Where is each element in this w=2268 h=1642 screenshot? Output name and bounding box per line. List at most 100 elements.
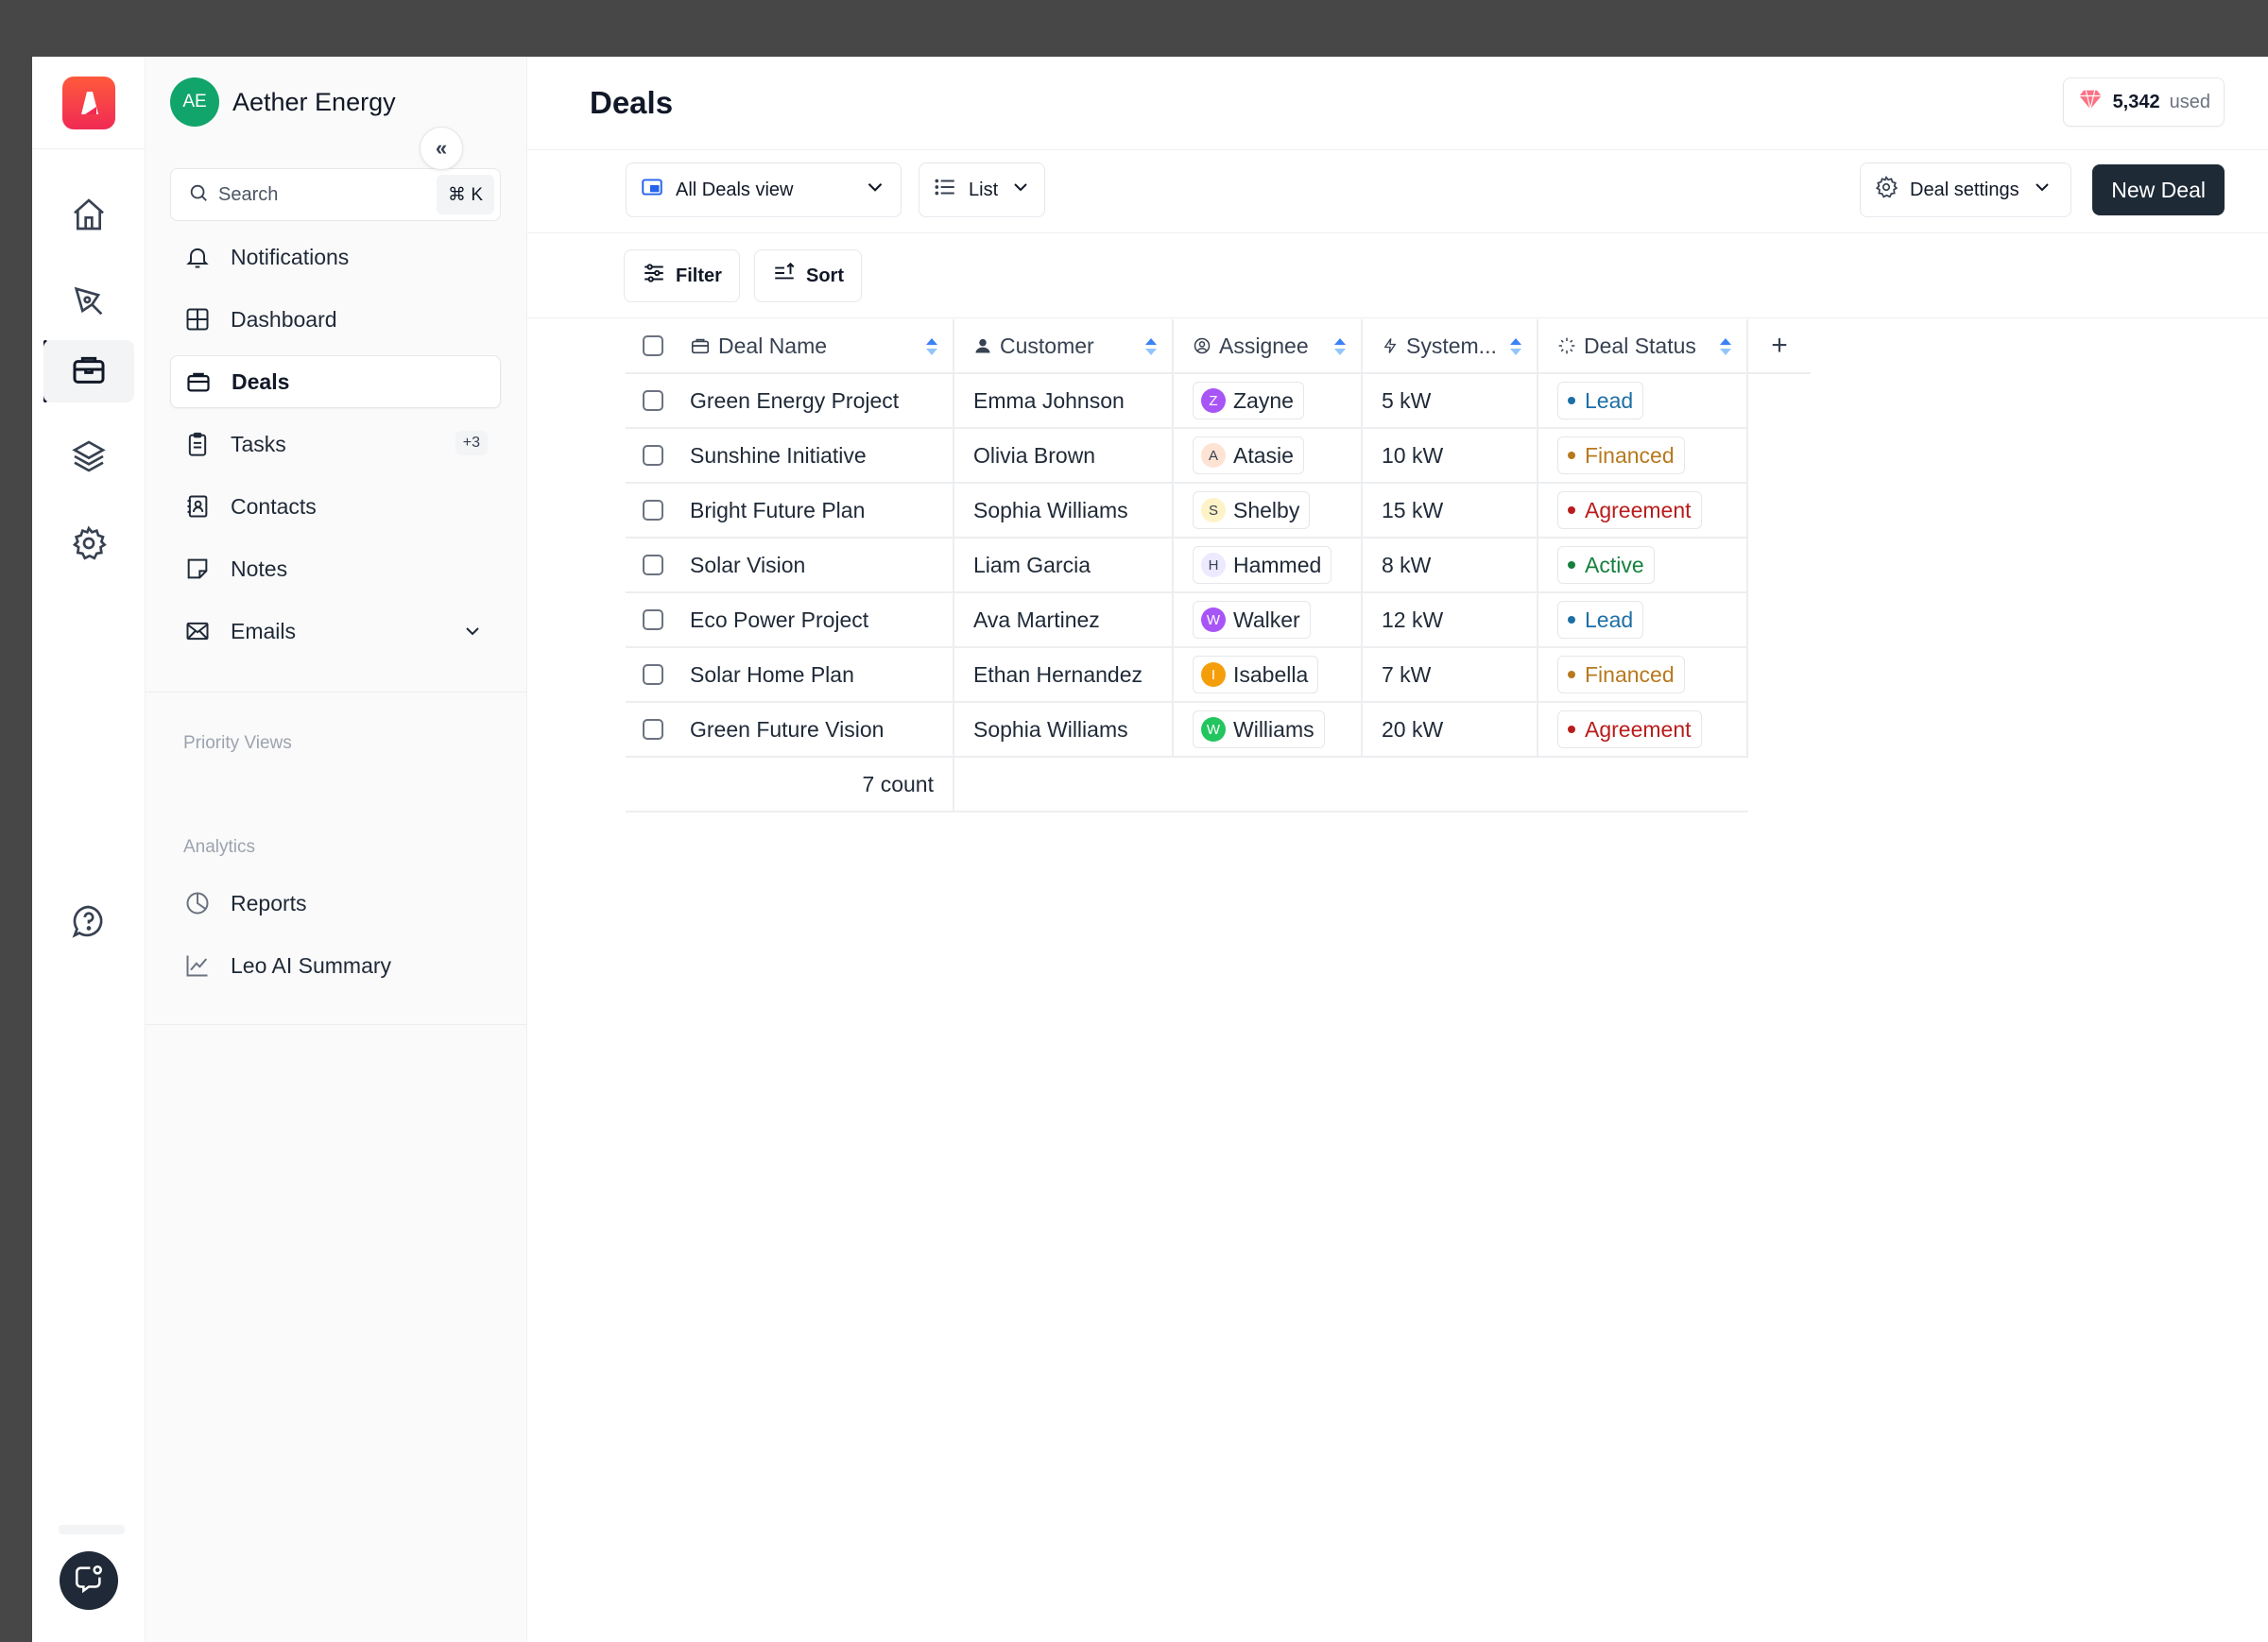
deal-name-cell[interactable]: Sunshine Initiative [680, 429, 954, 484]
system-size-cell[interactable]: 5 kW [1363, 374, 1538, 429]
customer-cell[interactable]: Sophia Williams [954, 703, 1174, 758]
assignee-cell[interactable]: S Shelby [1174, 484, 1363, 539]
sidebar-item-notes[interactable]: Notes [170, 542, 501, 595]
status-badge[interactable]: Financed [1557, 436, 1685, 474]
workspace-switcher[interactable]: AE Aether Energy [170, 77, 396, 127]
assignee-cell[interactable]: W Walker [1174, 593, 1363, 648]
assignee-cell[interactable]: H Hammed [1174, 539, 1363, 593]
support-chat-button[interactable] [60, 1551, 118, 1610]
row-checkbox[interactable] [643, 445, 663, 466]
row-checkbox[interactable] [643, 390, 663, 411]
system-size-cell[interactable]: 8 kW [1363, 539, 1538, 593]
customer-cell[interactable]: Liam Garcia [954, 539, 1174, 593]
table-row[interactable]: Eco Power Project Ava Martinez W Walker … [626, 593, 1748, 648]
deal-name-cell[interactable]: Eco Power Project [680, 593, 954, 648]
deal-status-cell[interactable]: Lead [1538, 593, 1748, 648]
sidebar-item-contacts[interactable]: Contacts [170, 480, 501, 533]
row-checkbox[interactable] [643, 719, 663, 740]
assignee-chip[interactable]: A Atasie [1193, 436, 1304, 474]
sidebar-item-tasks[interactable]: Tasks +3 [170, 418, 501, 470]
rail-deals-button[interactable] [43, 340, 134, 402]
sidebar-item-emails[interactable]: Emails [170, 605, 501, 658]
rail-help-button[interactable] [43, 892, 134, 954]
assignee-cell[interactable]: Z Zayne [1174, 374, 1363, 429]
rail-settings-button[interactable] [43, 514, 134, 576]
system-size-cell[interactable]: 12 kW [1363, 593, 1538, 648]
filter-button[interactable]: Filter [624, 249, 740, 302]
row-checkbox[interactable] [643, 609, 663, 630]
assignee-chip[interactable]: S Shelby [1193, 491, 1311, 529]
collapse-sidebar-button[interactable]: « [420, 127, 463, 170]
new-deal-button[interactable]: New Deal [2092, 164, 2225, 215]
assignee-chip[interactable]: W Williams [1193, 710, 1325, 748]
deal-name-cell[interactable]: Green Future Vision [680, 703, 954, 758]
customer-cell[interactable]: Ethan Hernandez [954, 648, 1174, 703]
column-header-system[interactable]: System... [1363, 319, 1538, 374]
assignee-chip[interactable]: I Isabella [1193, 656, 1319, 693]
deal-status-cell[interactable]: Agreement [1538, 484, 1748, 539]
table-row[interactable]: Solar Home Plan Ethan Hernandez I Isabel… [626, 648, 1748, 703]
system-size-cell[interactable]: 20 kW [1363, 703, 1538, 758]
deal-name-cell[interactable]: Solar Home Plan [680, 648, 954, 703]
add-column-button[interactable]: + [1748, 319, 1811, 374]
table-row[interactable]: Green Energy Project Emma Johnson Z Zayn… [626, 374, 1748, 429]
assignee-cell[interactable]: W Williams [1174, 703, 1363, 758]
status-badge[interactable]: Financed [1557, 656, 1685, 693]
column-header-deal-name[interactable]: Deal Name [680, 319, 954, 374]
deal-name-cell[interactable]: Solar Vision [680, 539, 954, 593]
status-badge[interactable]: Agreement [1557, 710, 1702, 748]
sidebar-item-reports[interactable]: Reports [170, 877, 501, 930]
rail-pen-button[interactable] [43, 272, 134, 334]
deal-settings-dropdown[interactable]: Deal settings [1860, 162, 2071, 217]
customer-cell[interactable]: Ava Martinez [954, 593, 1174, 648]
sort-button[interactable]: Sort [754, 249, 862, 302]
customer-cell[interactable]: Olivia Brown [954, 429, 1174, 484]
sidebar-item-notifications[interactable]: Notifications [170, 231, 501, 283]
sort-toggle-icon[interactable] [1143, 336, 1159, 363]
deal-status-cell[interactable]: Active [1538, 539, 1748, 593]
deal-status-cell[interactable]: Lead [1538, 374, 1748, 429]
system-size-cell[interactable]: 10 kW [1363, 429, 1538, 484]
assignee-cell[interactable]: A Atasie [1174, 429, 1363, 484]
view-selector-dropdown[interactable]: All Deals view [626, 162, 902, 217]
rail-home-button[interactable] [43, 185, 134, 248]
sort-toggle-icon[interactable] [1718, 336, 1733, 363]
sort-toggle-icon[interactable] [924, 336, 939, 363]
assignee-chip[interactable]: W Walker [1193, 601, 1311, 639]
sidebar-item-deals[interactable]: Deals [170, 355, 501, 408]
search-box[interactable]: ⌘ K [170, 168, 501, 221]
search-input[interactable] [218, 183, 436, 206]
status-badge[interactable]: Agreement [1557, 491, 1702, 529]
deal-name-cell[interactable]: Bright Future Plan [680, 484, 954, 539]
deal-status-cell[interactable]: Financed [1538, 648, 1748, 703]
sidebar-item-leo-ai-summary[interactable]: Leo AI Summary [170, 939, 501, 992]
table-row[interactable]: Solar Vision Liam Garcia H Hammed 8 kW A… [626, 539, 1748, 593]
sidebar-item-dashboard[interactable]: Dashboard [170, 293, 501, 346]
customer-cell[interactable]: Emma Johnson [954, 374, 1174, 429]
sort-toggle-icon[interactable] [1332, 336, 1348, 363]
table-row[interactable]: Sunshine Initiative Olivia Brown A Atasi… [626, 429, 1748, 484]
app-logo-icon[interactable] [61, 76, 115, 129]
deal-name-cell[interactable]: Green Energy Project [680, 374, 954, 429]
assignee-chip[interactable]: H Hammed [1193, 546, 1332, 584]
assignee-cell[interactable]: I Isabella [1174, 648, 1363, 703]
row-checkbox[interactable] [643, 664, 663, 685]
table-row[interactable]: Green Future Vision Sophia Williams W Wi… [626, 703, 1748, 758]
column-header-customer[interactable]: Customer [954, 319, 1174, 374]
customer-cell[interactable]: Sophia Williams [954, 484, 1174, 539]
column-header-assignee[interactable]: Assignee [1174, 319, 1363, 374]
status-badge[interactable]: Active [1557, 546, 1655, 584]
system-size-cell[interactable]: 7 kW [1363, 648, 1538, 703]
status-badge[interactable]: Lead [1557, 601, 1644, 639]
layout-selector-dropdown[interactable]: List [919, 162, 1045, 217]
assignee-chip[interactable]: Z Zayne [1193, 382, 1304, 419]
select-all-checkbox[interactable] [643, 335, 663, 356]
row-checkbox[interactable] [643, 555, 663, 575]
deal-status-cell[interactable]: Financed [1538, 429, 1748, 484]
credits-usage-badge[interactable]: 5,342 used [2062, 77, 2225, 127]
rail-layers-button[interactable] [43, 427, 134, 489]
chevron-down-icon[interactable] [461, 620, 484, 648]
column-header-deal-status[interactable]: Deal Status [1538, 319, 1748, 374]
row-checkbox[interactable] [643, 500, 663, 521]
system-size-cell[interactable]: 15 kW [1363, 484, 1538, 539]
